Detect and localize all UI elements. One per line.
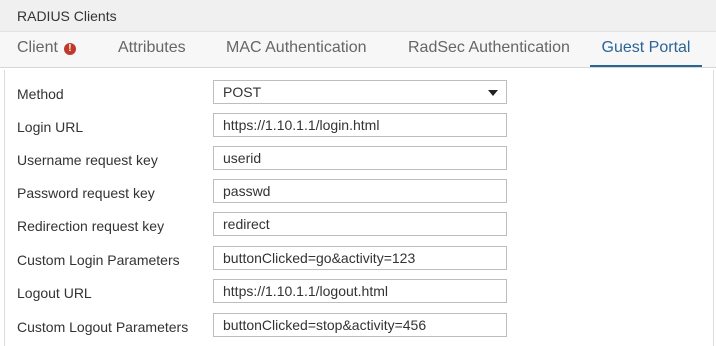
caret-down-icon [488, 90, 498, 96]
method-select-value: POST [223, 84, 262, 100]
username-key-label: Username request key [17, 152, 158, 168]
custom-logout-params-row: Custom Logout Parameters buttonClicked=s… [5, 313, 711, 341]
redirection-key-row: Redirection request key redirect [5, 212, 711, 240]
tab-guest-portal-label: Guest Portal [601, 39, 691, 56]
custom-login-params-row: Custom Login Parameters buttonClicked=go… [5, 246, 711, 274]
password-key-label: Password request key [17, 185, 155, 201]
password-key-row: Password request key passwd [5, 179, 711, 207]
password-key-input[interactable]: passwd [213, 179, 507, 203]
custom-logout-params-label: Custom Logout Parameters [17, 319, 189, 335]
logout-url-row: Logout URL https://1.10.1.1/logout.html [5, 279, 711, 307]
tab-mac-authentication-label: MAC Authentication [226, 39, 367, 56]
logout-url-label: Logout URL [17, 285, 92, 301]
tab-radsec-authentication-label: RadSec Authentication [408, 39, 570, 56]
tab-attributes-label: Attributes [118, 39, 186, 56]
username-key-row: Username request key userid [5, 146, 711, 174]
method-row: Method POST [5, 80, 711, 108]
login-url-input[interactable]: https://1.10.1.1/login.html [213, 113, 507, 137]
custom-login-params-input[interactable]: buttonClicked=go&activity=123 [213, 246, 507, 270]
tab-guest-portal[interactable]: Guest Portal [590, 32, 702, 67]
login-url-row: Login URL https://1.10.1.1/login.html [5, 113, 711, 141]
redirection-key-label: Redirection request key [17, 218, 165, 234]
custom-logout-params-input[interactable]: buttonClicked=stop&activity=456 [213, 313, 507, 337]
window-title: RADIUS Clients [17, 8, 117, 24]
tab-radsec-authentication[interactable]: RadSec Authentication [408, 32, 570, 67]
tab-client[interactable]: Client! [17, 32, 76, 67]
username-key-input[interactable]: userid [213, 146, 507, 170]
redirection-key-input[interactable]: redirect [213, 212, 507, 236]
custom-login-params-label: Custom Login Parameters [17, 252, 180, 268]
method-select[interactable]: POST [213, 80, 507, 104]
tab-attributes[interactable]: Attributes [118, 32, 186, 67]
tab-bar: Client! Attributes MAC Authentication Ra… [0, 32, 716, 68]
tab-client-label: Client [17, 39, 58, 56]
login-url-label: Login URL [17, 119, 84, 135]
logout-url-input[interactable]: https://1.10.1.1/logout.html [213, 279, 507, 303]
title-bar: RADIUS Clients [0, 0, 716, 32]
tab-mac-authentication[interactable]: MAC Authentication [226, 32, 367, 67]
guest-portal-form: Method POST Login URL https://1.10.1.1/l… [4, 70, 714, 346]
alert-circle-icon: ! [63, 43, 76, 55]
method-label: Method [17, 86, 64, 102]
